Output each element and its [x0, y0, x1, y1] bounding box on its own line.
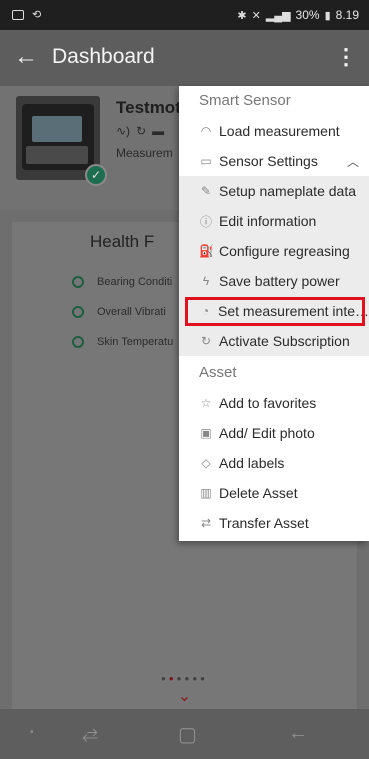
- refresh-icon: ↻: [136, 124, 147, 138]
- transfer-icon: ⇄: [200, 516, 212, 530]
- status-ring-icon: [72, 306, 84, 318]
- health-item[interactable]: Skin Temperatu: [72, 336, 173, 348]
- menu-item-activate-subscription[interactable]: ↻ Activate Subscription: [179, 326, 369, 356]
- menu-item-delete-asset[interactable]: ▥ Delete Asset: [179, 478, 369, 508]
- signal-icon: ▂▄▆: [265, 9, 291, 22]
- chevron-down-icon[interactable]: ⌄: [0, 686, 369, 706]
- gallery-icon: [12, 9, 24, 20]
- recent-apps-icon[interactable]: ⥄: [82, 722, 98, 745]
- star-icon: ☆: [200, 396, 212, 410]
- menu-section-asset: Asset: [199, 364, 237, 381]
- menu-item-sensor-settings[interactable]: ▭ Sensor Settings ︿: [179, 146, 369, 176]
- menu-section-smart-sensor: Smart Sensor: [199, 92, 291, 109]
- menu-item-save-battery[interactable]: ϟ Save battery power: [179, 266, 369, 296]
- status-ring-icon: [72, 336, 84, 348]
- menu-item-setup-nameplate[interactable]: ✎ Setup nameplate data: [179, 176, 369, 206]
- edit-icon: ✎: [200, 184, 212, 198]
- menu-item-edit-information[interactable]: ⓘ Edit information: [179, 206, 369, 236]
- page-indicator: ●●●●●●: [160, 674, 208, 683]
- asset-measurement-label: Measurem: [116, 146, 173, 160]
- vibration-icon: ∿): [116, 124, 131, 138]
- more-vert-icon[interactable]: ⋮: [335, 44, 357, 70]
- arrow-left-icon[interactable]: ←: [14, 43, 38, 71]
- status-time: 8.19: [335, 8, 359, 22]
- back-icon[interactable]: ←: [288, 722, 308, 745]
- grease-icon: ⛽: [199, 244, 214, 258]
- status-ring-icon: [72, 276, 84, 288]
- app-bar: ← Dashboard ⋮: [0, 30, 369, 86]
- menu-item-transfer-asset[interactable]: ⇄ Transfer Asset: [179, 508, 369, 538]
- battery-percent: 30%: [295, 8, 320, 22]
- menu-item-add-labels[interactable]: ◇ Add labels: [179, 448, 369, 478]
- health-item[interactable]: Bearing Conditi: [72, 276, 172, 288]
- asset-status-icons: ∿) ↻ ▬: [116, 124, 164, 138]
- menu-item-configure-regreasing[interactable]: ⛽ Configure regreasing: [179, 236, 369, 266]
- system-nav-bar: • ⥄ ▢ ←: [0, 709, 369, 759]
- chevron-up-icon: ︿: [346, 154, 359, 169]
- asset-name: Testmot: [116, 98, 181, 117]
- health-item-label: Bearing Conditi: [97, 276, 173, 288]
- status-right: ✱ ✕ ▂▄▆ 30% ▮ 8.19: [237, 8, 359, 22]
- health-item-label: Overall Vibrati: [97, 306, 166, 318]
- refresh-icon: ↻: [200, 334, 212, 348]
- info-icon: ⓘ: [199, 214, 212, 229]
- sync-icon: ⟲: [32, 9, 42, 21]
- menu-item-load-measurement[interactable]: ◠ Load measurement: [179, 116, 369, 146]
- page-title: Dashboard: [52, 45, 155, 68]
- health-item[interactable]: Overall Vibrati: [72, 306, 166, 318]
- health-title: Health F: [90, 232, 155, 251]
- check-icon: ✓: [85, 164, 107, 186]
- battery-icon: ▮: [324, 9, 331, 22]
- label-icon: ◇: [201, 456, 211, 470]
- photo-icon: ▣: [200, 426, 212, 440]
- trash-icon: ▥: [200, 486, 212, 500]
- battery-icon: ▬: [152, 124, 165, 138]
- sensor-icon: ▭: [200, 154, 212, 168]
- nav-dot-icon[interactable]: •: [30, 727, 34, 738]
- bolt-icon: ϟ: [202, 274, 210, 288]
- bluetooth-icon: ✱: [237, 9, 247, 22]
- highlight-annotation: [185, 297, 365, 326]
- gauge-icon: ◠: [200, 124, 212, 138]
- status-bar: ⟲ ✱ ✕ ▂▄▆ 30% ▮ 8.19: [0, 0, 369, 30]
- status-left: ⟲: [12, 8, 41, 21]
- menu-item-add-favorites[interactable]: ☆ Add to favorites: [179, 388, 369, 418]
- health-item-label: Skin Temperatu: [97, 336, 174, 348]
- menu-item-edit-photo[interactable]: ▣ Add/ Edit photo: [179, 418, 369, 448]
- home-icon[interactable]: ▢: [178, 722, 197, 747]
- mute-icon: ✕: [251, 9, 261, 22]
